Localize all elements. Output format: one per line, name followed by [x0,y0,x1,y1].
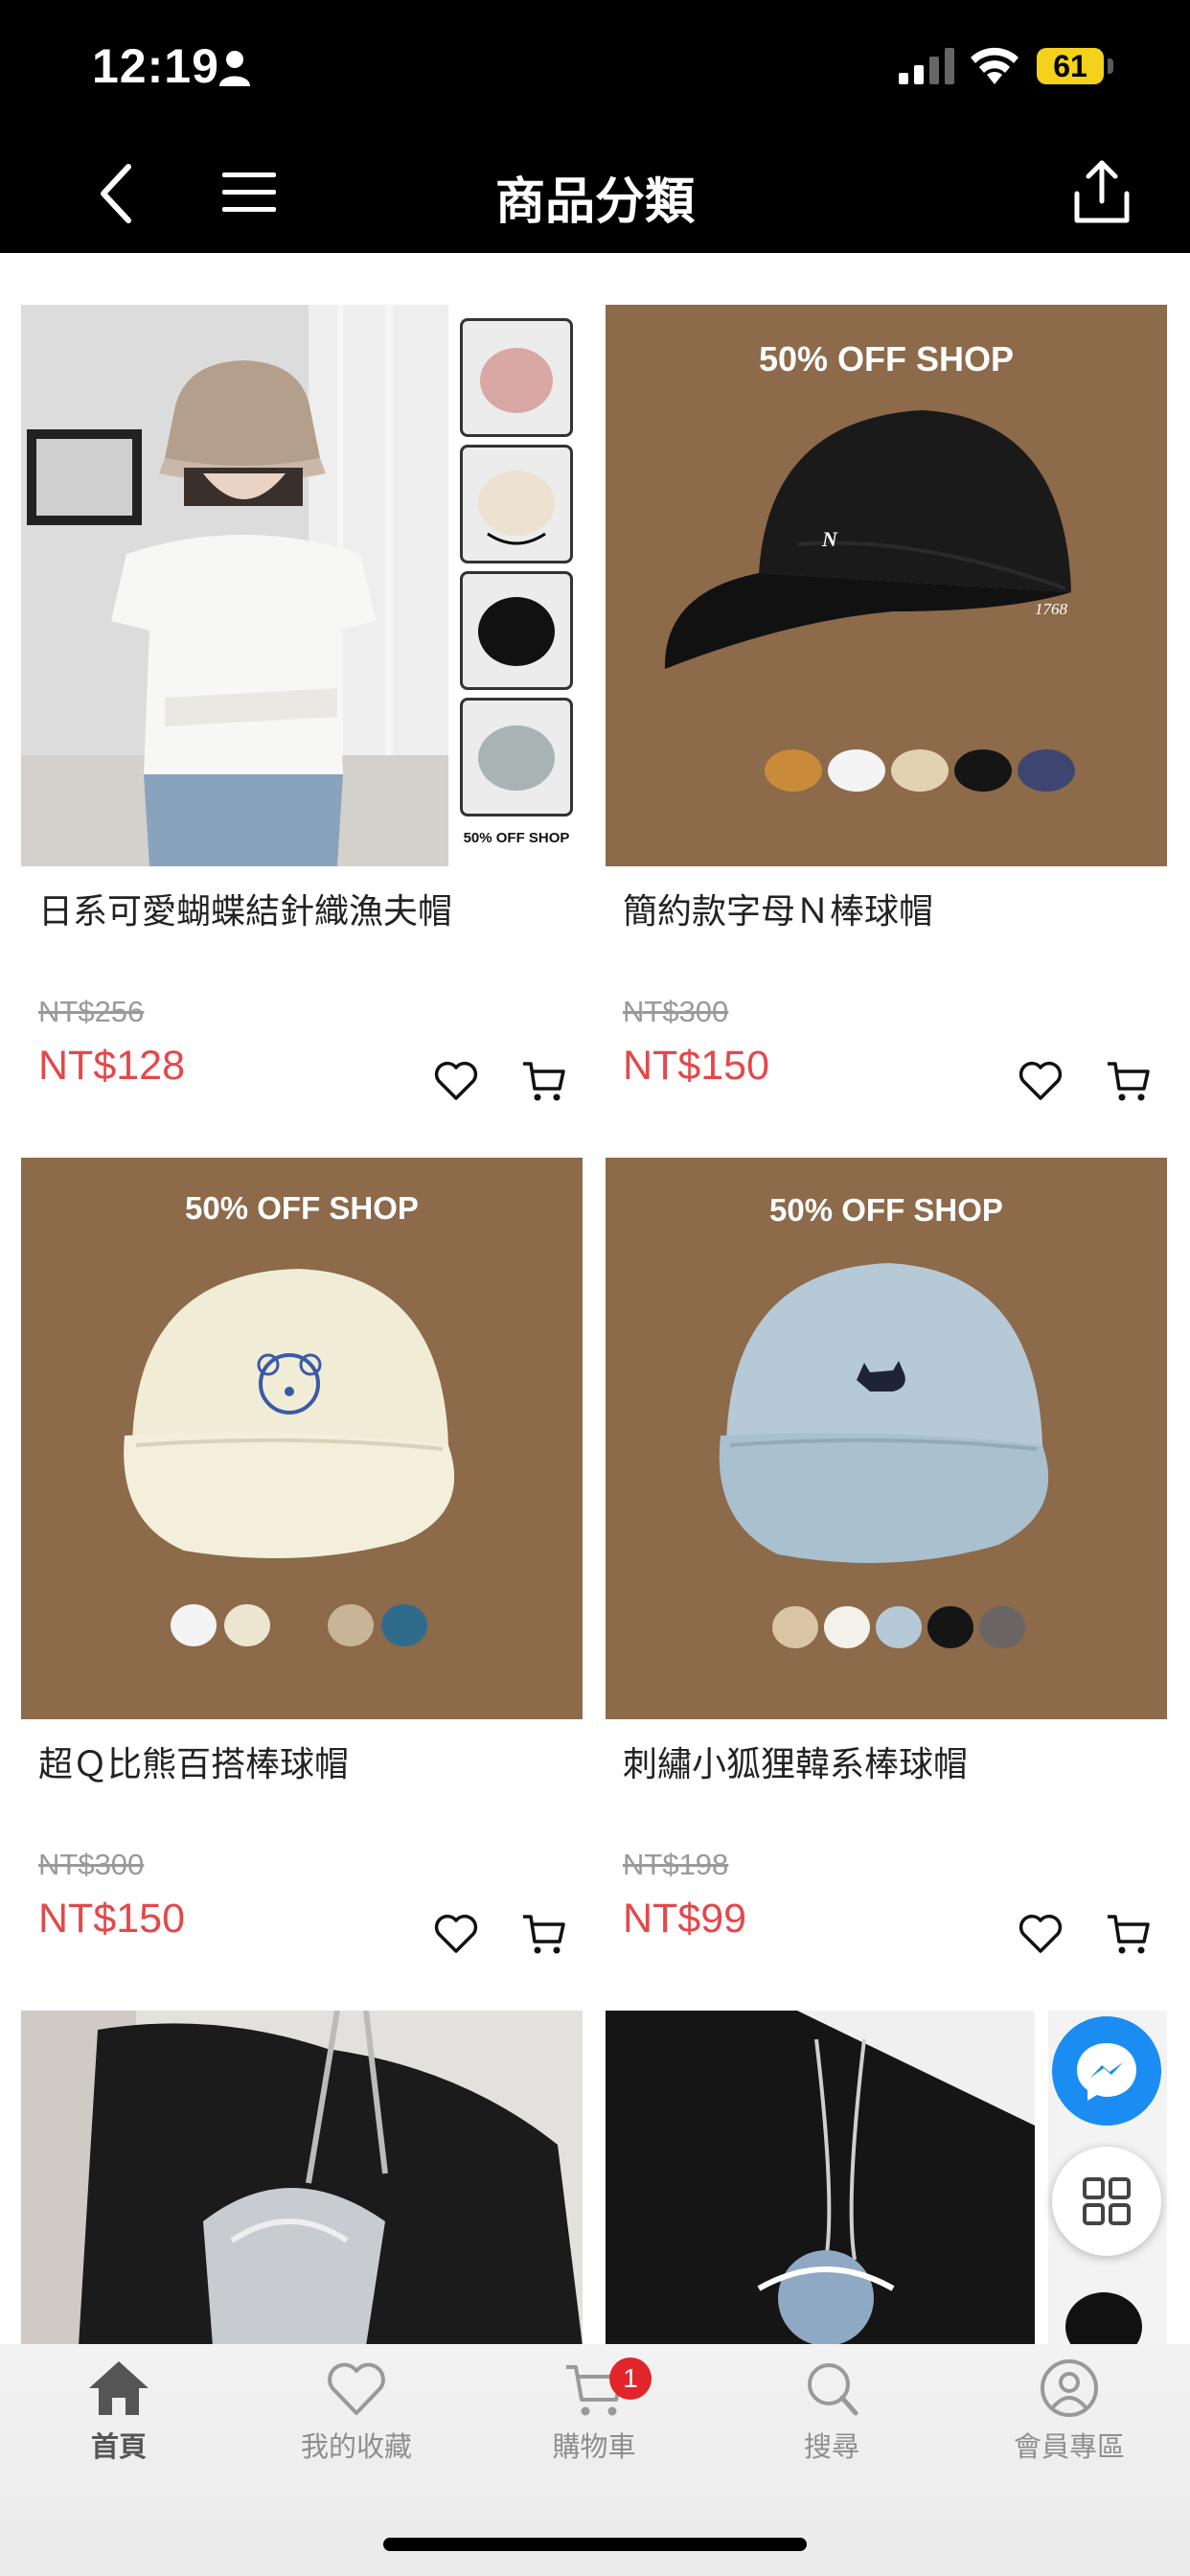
product-card[interactable]: N 50% OFF SHOP 1768 簡約款字母Ｎ棒球帽 NT$300 NT$… [606,305,1167,1138]
home-indicator [383,2538,807,2551]
tab-cart[interactable]: 1 購物車 [498,2358,690,2501]
tab-label: 首頁 [90,2430,147,2463]
product-image[interactable] [21,2011,583,2346]
cap-mark: 1768 [1035,600,1067,618]
sale-price: NT$128 [38,1043,185,1089]
tab-search[interactable]: 搜尋 [736,2358,927,2501]
product-name[interactable]: 刺繡小狐狸韓系棒球帽 [623,1736,968,1786]
messenger-chat-button[interactable] [1052,2016,1161,2126]
original-price: NT$198 [623,1848,729,1881]
battery-tip [1108,58,1113,74]
battery-indicator: 61 [1037,48,1104,84]
image-caption: 50% OFF SHOP [463,830,570,846]
home-icon [89,2361,149,2415]
product-card[interactable]: 50% OFF SHOP 刺繡小狐狸韓系棒球帽 NT$198 NT$99 [606,1158,1167,1991]
cart-icon[interactable] [1106,1058,1152,1104]
product-name[interactable]: 日系可愛蝴蝶結針織漁夫帽 [38,884,452,933]
original-price: NT$256 [38,995,145,1028]
user-icon [1041,2359,1098,2417]
thumbnail-pink-hat[interactable] [460,318,573,437]
grid-menu-button[interactable] [1052,2147,1161,2256]
tab-label: 我的收藏 [300,2430,412,2463]
heart-icon [328,2362,385,2415]
original-price: NT$300 [623,995,729,1028]
status-time: 12:19 [92,39,219,93]
product-image[interactable]: N 50% OFF SHOP 1768 [606,305,1167,866]
tab-favorites[interactable]: 我的收藏 [261,2358,452,2501]
signal-icon [899,48,954,84]
product-card[interactable] [21,2011,583,2346]
cart-icon[interactable] [521,1058,567,1104]
share-icon[interactable] [1071,159,1133,226]
image-caption: 50% OFF SHOP [769,1192,1003,1228]
page-title: 商品分類 [494,173,695,231]
product-image[interactable]: 50% OFF SHOP [606,1158,1167,1719]
thumbnail-grey-hat[interactable] [460,698,573,816]
tab-member[interactable]: 會員專區 [973,2358,1165,2501]
tab-label: 會員專區 [1013,2430,1125,2463]
cart-icon[interactable] [1106,1911,1152,1957]
tab-home[interactable]: 首頁 [23,2358,215,2501]
product-card[interactable]: 50% OFF SHOP 超Ｑ比熊百搭棒球帽 NT$300 NT$150 [21,1158,583,1991]
cart-icon[interactable] [521,1911,567,1957]
status-bar: 12:19 61 [0,0,1190,132]
heart-icon[interactable] [433,1911,479,1957]
product-name[interactable]: 簡約款字母Ｎ棒球帽 [623,884,933,933]
heart-icon[interactable] [1018,1058,1064,1104]
sale-price: NT$150 [623,1043,769,1089]
thumbnail-black-hat[interactable] [460,571,573,690]
product-image[interactable]: 50% OFF SHOP [21,1158,583,1719]
heart-icon[interactable] [433,1058,479,1104]
search-icon [808,2363,858,2416]
tab-label: 搜尋 [803,2430,859,2463]
cart-count-badge: 1 [609,2358,652,2400]
svg-text:N: N [821,527,838,551]
image-caption: 50% OFF SHOP [758,339,1015,379]
sale-price: NT$150 [38,1896,185,1942]
product-image[interactable]: 50% OFF SHOP [21,305,583,866]
image-caption: 50% OFF SHOP [185,1190,419,1226]
person-icon [219,51,250,86]
product-name[interactable]: 超Ｑ比熊百搭棒球帽 [38,1736,349,1786]
wifi-icon [971,47,1018,84]
navigation-bar: 商品分類 [0,132,1190,253]
sale-price: NT$99 [623,1896,747,1942]
heart-icon[interactable] [1018,1911,1064,1957]
product-card[interactable]: 50% OFF SHOP 日系可愛蝴蝶結針織漁夫帽 NT$256 NT$128 [21,305,583,1138]
grid-icon [1083,2177,1131,2225]
original-price: NT$300 [38,1848,145,1881]
messenger-icon [1077,2043,1136,2101]
tab-label: 購物車 [552,2430,636,2463]
thumbnail-cream-hat[interactable] [460,445,573,564]
